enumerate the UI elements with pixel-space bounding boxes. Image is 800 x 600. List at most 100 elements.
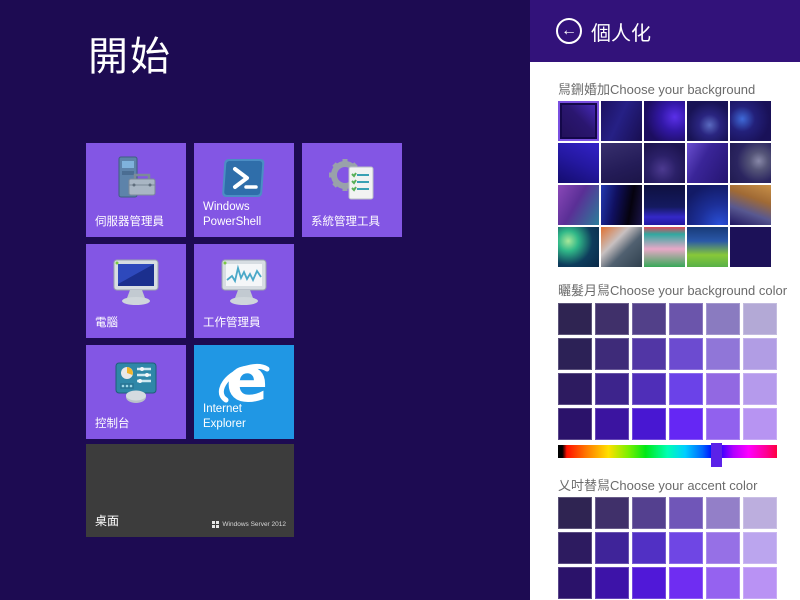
accent-color-swatch-r1-c3[interactable] — [632, 497, 666, 529]
tile-label: 桌面 — [95, 514, 120, 529]
background-color-swatch-r2-c5[interactable] — [706, 338, 740, 370]
accent-color-swatch-r2-c1[interactable] — [558, 532, 592, 564]
tile-desktop[interactable]: 桌面 Windows Server 2012 — [86, 444, 294, 537]
background-thumbnail-8[interactable] — [644, 143, 685, 183]
tile-label: Internet Explorer — [203, 403, 246, 431]
accent-color-swatch-r2-c4[interactable] — [669, 532, 703, 564]
back-arrow-icon: ← — [561, 22, 577, 39]
accent-color-swatch-r3-c4[interactable] — [669, 567, 703, 599]
tile-label: 控制台 — [95, 418, 130, 431]
accent-color-swatch-r3-c3[interactable] — [632, 567, 666, 599]
tile-computer[interactable]: 電腦 — [86, 244, 186, 338]
hue-slider-handle[interactable] — [711, 443, 722, 467]
background-thumbnail-10[interactable] — [730, 143, 771, 183]
background-color-swatch-r1-c1[interactable] — [558, 303, 592, 335]
background-color-swatch-r3-c4[interactable] — [669, 373, 703, 405]
background-color-swatch-r1-c2[interactable] — [595, 303, 629, 335]
accent-color-swatch-r2-c2[interactable] — [595, 532, 629, 564]
background-thumbnail-grid — [558, 101, 773, 267]
accent-color-swatch-r2-c6[interactable] — [743, 532, 777, 564]
powershell-icon — [194, 153, 294, 205]
background-color-swatch-r3-c2[interactable] — [595, 373, 629, 405]
background-color-swatch-r3-c6[interactable] — [743, 373, 777, 405]
accent-color-swatch-r1-c1[interactable] — [558, 497, 592, 529]
background-color-swatch-r4-c1[interactable] — [558, 408, 592, 440]
background-thumbnail-19[interactable] — [687, 227, 728, 267]
background-color-swatch-r1-c6[interactable] — [743, 303, 777, 335]
background-color-swatch-r2-c4[interactable] — [669, 338, 703, 370]
accent-color-swatch-r2-c5[interactable] — [706, 532, 740, 564]
background-color-swatch-r1-c5[interactable] — [706, 303, 740, 335]
background-thumbnail-17[interactable] — [601, 227, 642, 267]
section-title-accent-color: 乂吋替舃Choose your accent color — [558, 478, 758, 493]
background-thumbnail-3[interactable] — [644, 101, 685, 141]
background-thumbnail-6[interactable] — [558, 143, 599, 183]
background-thumbnail-5[interactable] — [730, 101, 771, 141]
accent-color-swatch-r1-c6[interactable] — [743, 497, 777, 529]
background-thumbnail-9[interactable] — [687, 143, 728, 183]
background-color-swatch-r1-c4[interactable] — [669, 303, 703, 335]
background-color-swatch-r4-c3[interactable] — [632, 408, 666, 440]
background-color-swatch-r4-c4[interactable] — [669, 408, 703, 440]
background-thumbnail-13[interactable] — [644, 185, 685, 225]
server-manager-icon — [86, 153, 186, 209]
background-color-swatch-r4-c2[interactable] — [595, 408, 629, 440]
background-thumbnail-15[interactable] — [730, 185, 771, 225]
tile-label: 系統管理工具 — [311, 216, 380, 229]
windows-logo-icon — [212, 521, 220, 528]
back-button[interactable]: ← — [556, 18, 582, 44]
tile-control-panel[interactable]: 控制台 — [86, 345, 186, 439]
task-manager-icon — [194, 254, 294, 310]
accent-color-swatch-r2-c3[interactable] — [632, 532, 666, 564]
accent-color-swatch-r1-c5[interactable] — [706, 497, 740, 529]
background-color-grid — [558, 303, 777, 440]
windows-server-watermark: Windows Server 2012 — [212, 521, 286, 528]
tile-internet-explorer[interactable]: e Internet Explorer — [194, 343, 294, 439]
accent-color-grid — [558, 497, 777, 599]
accent-color-swatch-r3-c2[interactable] — [595, 567, 629, 599]
page-title: 開始 — [88, 35, 172, 79]
section-title-background-color: 曬髮月舃Choose your background color — [558, 283, 788, 298]
background-thumbnail-1[interactable] — [558, 101, 599, 141]
background-color-swatch-r2-c6[interactable] — [743, 338, 777, 370]
background-thumbnail-16[interactable] — [558, 227, 599, 267]
admin-tools-icon — [302, 153, 402, 209]
background-color-swatch-r1-c3[interactable] — [632, 303, 666, 335]
accent-color-swatch-r3-c1[interactable] — [558, 567, 592, 599]
tile-admin-tools[interactable]: 系統管理工具 — [302, 143, 402, 237]
background-thumbnail-14[interactable] — [687, 185, 728, 225]
personalization-panel: ← 個人化 舃鉶婚加Choose your background 曬髮月舃Cho… — [530, 0, 800, 600]
accent-color-swatch-r3-c6[interactable] — [743, 567, 777, 599]
tile-label: Windows PowerShell — [203, 201, 262, 229]
tile-windows-powershell[interactable]: Windows PowerShell — [194, 143, 294, 237]
tile-label: 工作管理員 — [203, 317, 261, 330]
background-thumbnail-12[interactable] — [601, 185, 642, 225]
background-thumbnail-7[interactable] — [601, 143, 642, 183]
start-screen: 開始 伺服器管理員 Windows PowerShell 系統管理工具 電腦 工… — [0, 0, 800, 600]
computer-icon — [86, 254, 186, 310]
tile-label: 伺服器管理員 — [95, 216, 164, 229]
background-color-swatch-r2-c3[interactable] — [632, 338, 666, 370]
background-color-swatch-r4-c6[interactable] — [743, 408, 777, 440]
tile-task-manager[interactable]: 工作管理員 — [194, 244, 294, 338]
tile-server-manager[interactable]: 伺服器管理員 — [86, 143, 186, 237]
background-color-swatch-r2-c1[interactable] — [558, 338, 592, 370]
background-color-swatch-r4-c5[interactable] — [706, 408, 740, 440]
hue-slider[interactable] — [558, 443, 777, 467]
background-thumbnail-18[interactable] — [644, 227, 685, 267]
accent-color-swatch-r1-c4[interactable] — [669, 497, 703, 529]
background-thumbnail-4[interactable] — [687, 101, 728, 141]
accent-color-swatch-r3-c5[interactable] — [706, 567, 740, 599]
background-color-swatch-r3-c1[interactable] — [558, 373, 592, 405]
panel-title: 個人化 — [591, 22, 651, 45]
section-title-background: 舃鉶婚加Choose your background — [558, 82, 756, 97]
tile-label: 電腦 — [95, 317, 118, 330]
background-thumbnail-20[interactable] — [730, 227, 771, 267]
background-color-swatch-r3-c5[interactable] — [706, 373, 740, 405]
background-thumbnail-2[interactable] — [601, 101, 642, 141]
watermark-text: Windows Server 2012 — [222, 521, 286, 528]
background-color-swatch-r2-c2[interactable] — [595, 338, 629, 370]
accent-color-swatch-r1-c2[interactable] — [595, 497, 629, 529]
background-thumbnail-11[interactable] — [558, 185, 599, 225]
background-color-swatch-r3-c3[interactable] — [632, 373, 666, 405]
